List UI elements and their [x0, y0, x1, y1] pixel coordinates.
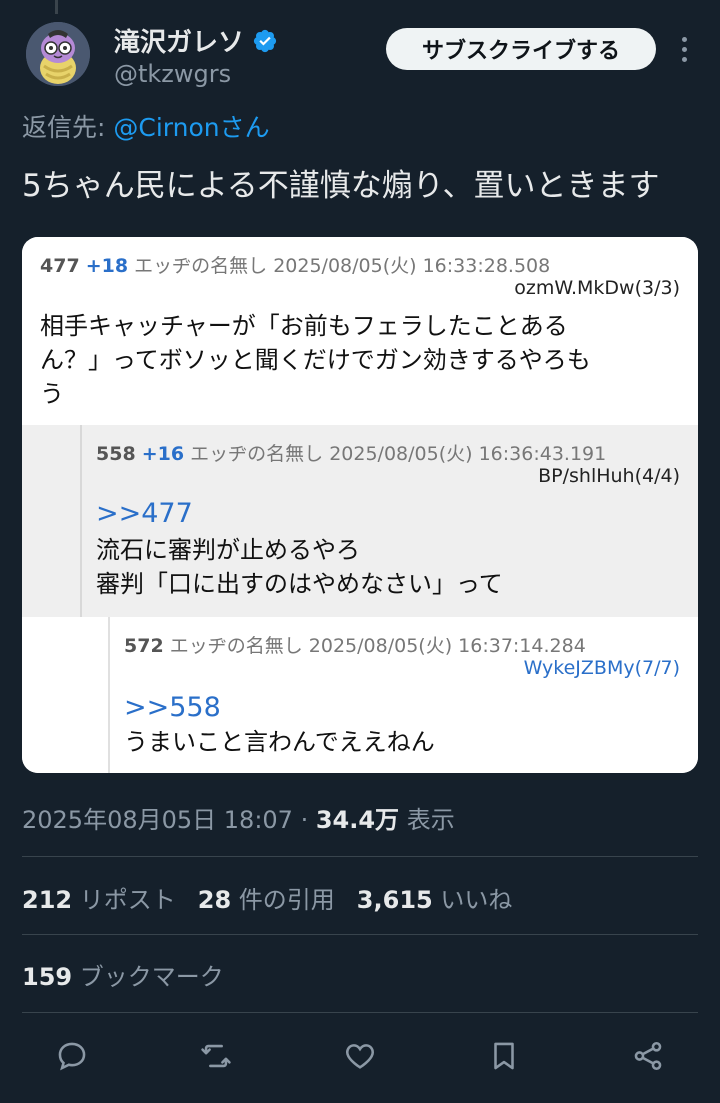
- reply-to-prefix: 返信先:: [22, 113, 114, 142]
- views-count: 34.4万: [315, 806, 400, 834]
- poster-name: エッヂの名無し: [134, 255, 268, 277]
- divider: [22, 1012, 698, 1013]
- poster-name: エッヂの名無し: [169, 635, 303, 657]
- post-meta: 558 +16 エッヂの名無し 2025/08/05(火) 16:36:43.1…: [96, 439, 606, 466]
- poster-id: ozmW.MkDw(3/3): [514, 277, 680, 299]
- reply-icon[interactable]: [52, 1036, 92, 1076]
- post-body: 流石に審判が止めるやろ 審判「口に出すのはやめなさい」って: [96, 533, 676, 601]
- likes-count: 3,615: [356, 886, 433, 914]
- reposts-stat[interactable]: 212 リポスト: [22, 880, 176, 915]
- bookmarks-label: ブックマーク: [72, 963, 224, 991]
- action-bar: [0, 1032, 720, 1080]
- reply-to-mention[interactable]: @Cirnon: [113, 113, 219, 142]
- divider: [22, 934, 698, 935]
- post-body: 相手キャッチャーが「お前もフェラしたことある ん？」ってボソッと聞くだけでガン効…: [40, 309, 680, 411]
- poster-id: BP/shlHuh(4/4): [538, 465, 680, 487]
- verified-badge-icon[interactable]: [252, 28, 278, 54]
- quotes-stat[interactable]: 28 件の引用: [198, 880, 335, 915]
- views-label: 表示: [399, 806, 455, 834]
- post-body: うまいこと言わんでええねん: [124, 725, 435, 759]
- reply-count: +16: [141, 443, 185, 465]
- post-number: 477: [40, 255, 80, 277]
- thread-post: 558 +16 エッヂの名無し 2025/08/05(火) 16:36:43.1…: [22, 425, 698, 617]
- reply-to-suffix: さん: [219, 113, 270, 142]
- post-meta: 477 +18 エッヂの名無し 2025/08/05(火) 16:33:28.5…: [40, 251, 550, 278]
- post-datetime: 2025/08/05(火) 16:37:14.284: [308, 635, 586, 657]
- post-line: う: [40, 380, 64, 408]
- poster-id: WykeJZBMy(7/7): [523, 657, 680, 679]
- nest-bar: [108, 617, 110, 773]
- thread-post: 477 +18 エッヂの名無し 2025/08/05(火) 16:33:28.5…: [22, 237, 698, 425]
- likes-label: いいね: [432, 886, 513, 914]
- post-time[interactable]: 2025年08月05日 18:07 ·: [22, 806, 316, 834]
- divider: [22, 856, 698, 857]
- reposts-count: 212: [22, 886, 73, 914]
- post-line: 流石に審判が止めるやろ: [96, 536, 360, 564]
- reply-count: +18: [85, 255, 129, 277]
- post-anchor: >>558: [124, 692, 221, 723]
- tweet-header: 滝沢ガレソ @tkzwgrs サブスクライブする: [0, 18, 720, 98]
- avatar[interactable]: [26, 22, 90, 86]
- subscribe-button[interactable]: サブスクライブする: [386, 28, 656, 70]
- retweet-icon[interactable]: [196, 1036, 236, 1076]
- post-number: 558: [96, 443, 136, 465]
- post-line: うまいこと言わんでええねん: [124, 728, 435, 756]
- reply-to-line: 返信先: @Cirnonさん: [22, 108, 270, 144]
- attached-image[interactable]: 477 +18 エッヂの名無し 2025/08/05(火) 16:33:28.5…: [22, 237, 698, 773]
- share-icon[interactable]: [628, 1036, 668, 1076]
- name-row: 滝沢ガレソ: [114, 22, 278, 59]
- user-handle[interactable]: @tkzwgrs: [114, 60, 231, 88]
- quotes-count: 28: [197, 886, 232, 914]
- tweet-text: 5ちゃん民による不謹慎な煽り、置いときます: [22, 168, 660, 204]
- post-datetime: 2025/08/05(火) 16:33:28.508: [273, 255, 551, 277]
- thread-post: 572 エッヂの名無し 2025/08/05(火) 16:37:14.284 W…: [22, 617, 698, 773]
- likes-stat[interactable]: 3,615 いいね: [357, 880, 513, 915]
- like-icon[interactable]: [340, 1036, 380, 1076]
- post-meta: 572 エッヂの名無し 2025/08/05(火) 16:37:14.284: [124, 631, 586, 658]
- bookmarks-count: 159: [22, 963, 73, 991]
- tweet-timestamp: 2025年08月05日 18:07 · 34.4万 表示: [22, 800, 455, 835]
- nest-bar: [80, 425, 82, 617]
- display-name[interactable]: 滝沢ガレソ: [114, 22, 244, 59]
- avatar-image: [26, 22, 90, 86]
- bookmarks-stat[interactable]: 159 ブックマーク: [22, 957, 224, 992]
- post-anchor: >>477: [96, 498, 193, 529]
- bookmark-icon[interactable]: [484, 1036, 524, 1076]
- more-options-icon[interactable]: [672, 32, 696, 72]
- thread-line: [55, 0, 58, 14]
- reposts-label: リポスト: [72, 886, 176, 914]
- poster-name: エッヂの名無し: [190, 443, 324, 465]
- post-line: 相手キャッチャーが「お前もフェラしたことある: [40, 312, 568, 340]
- post-number: 572: [124, 635, 164, 657]
- engagement-stats: 212 リポスト 28 件の引用 3,615 いいね: [22, 880, 512, 915]
- post-line: ん？」ってボソッと聞くだけでガン効きするやろも: [40, 346, 591, 374]
- quotes-label: 件の引用: [231, 886, 335, 914]
- post-line: 審判「口に出すのはやめなさい」って: [96, 570, 503, 598]
- post-datetime: 2025/08/05(火) 16:36:43.191: [329, 443, 607, 465]
